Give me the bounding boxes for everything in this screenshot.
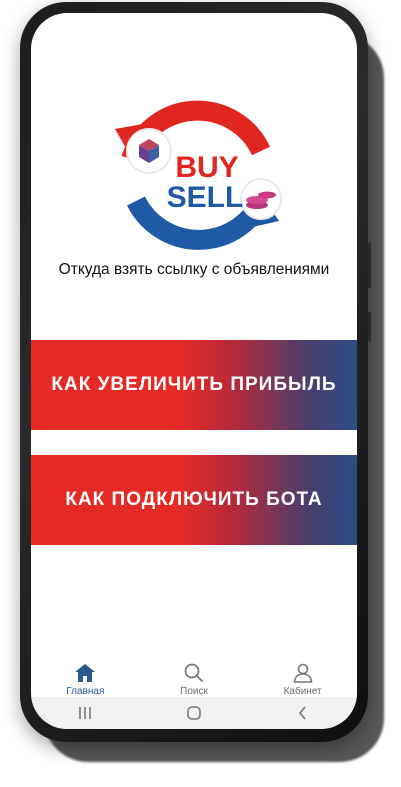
nav-label-search: Поиск [180,686,208,697]
nav-label-cabinet: Кабинет [283,686,322,697]
increase-profit-banner[interactable]: КАК УВЕЛИЧИТЬ ПРИБЫЛЬ [31,340,357,430]
increase-profit-label: КАК УВЕЛИЧИТЬ ПРИБЫЛЬ [51,374,337,395]
phone-frame: BUY SELL Откуда взять ссылку с объявлени… [20,2,371,742]
buy-sell-logo: BUY SELL [115,100,282,250]
system-nav-bar [31,697,357,729]
connect-bot-label: КАК ПОДКЛЮЧИТЬ БОТА [65,489,323,510]
search-icon [184,663,203,682]
back-button[interactable] [283,701,323,725]
home-circle-icon [187,706,201,720]
recent-apps-button[interactable] [65,701,105,725]
logo-buy-text: BUY [175,151,238,184]
nav-item-cabinet[interactable]: Кабинет [258,663,348,697]
logo-sell-text: SELL [167,181,244,214]
nav-label-home: Главная [66,686,105,697]
user-icon [293,663,313,683]
power-button [368,312,371,342]
volume-button [368,242,371,288]
back-icon [298,706,306,720]
bottom-navigation: Главная Поиск Кабинет [31,653,357,697]
system-home-button[interactable] [174,701,214,725]
link-help-text[interactable]: Откуда взять ссылку с объявлениями [31,261,357,279]
nav-item-search[interactable]: Поиск [149,663,239,697]
recent-apps-icon [79,707,92,719]
connect-bot-banner[interactable]: КАК ПОДКЛЮЧИТЬ БОТА [31,455,357,545]
home-icon [75,664,96,682]
nav-item-home[interactable]: Главная [40,663,130,697]
app-screen: BUY SELL Откуда взять ссылку с объявлени… [31,13,357,729]
